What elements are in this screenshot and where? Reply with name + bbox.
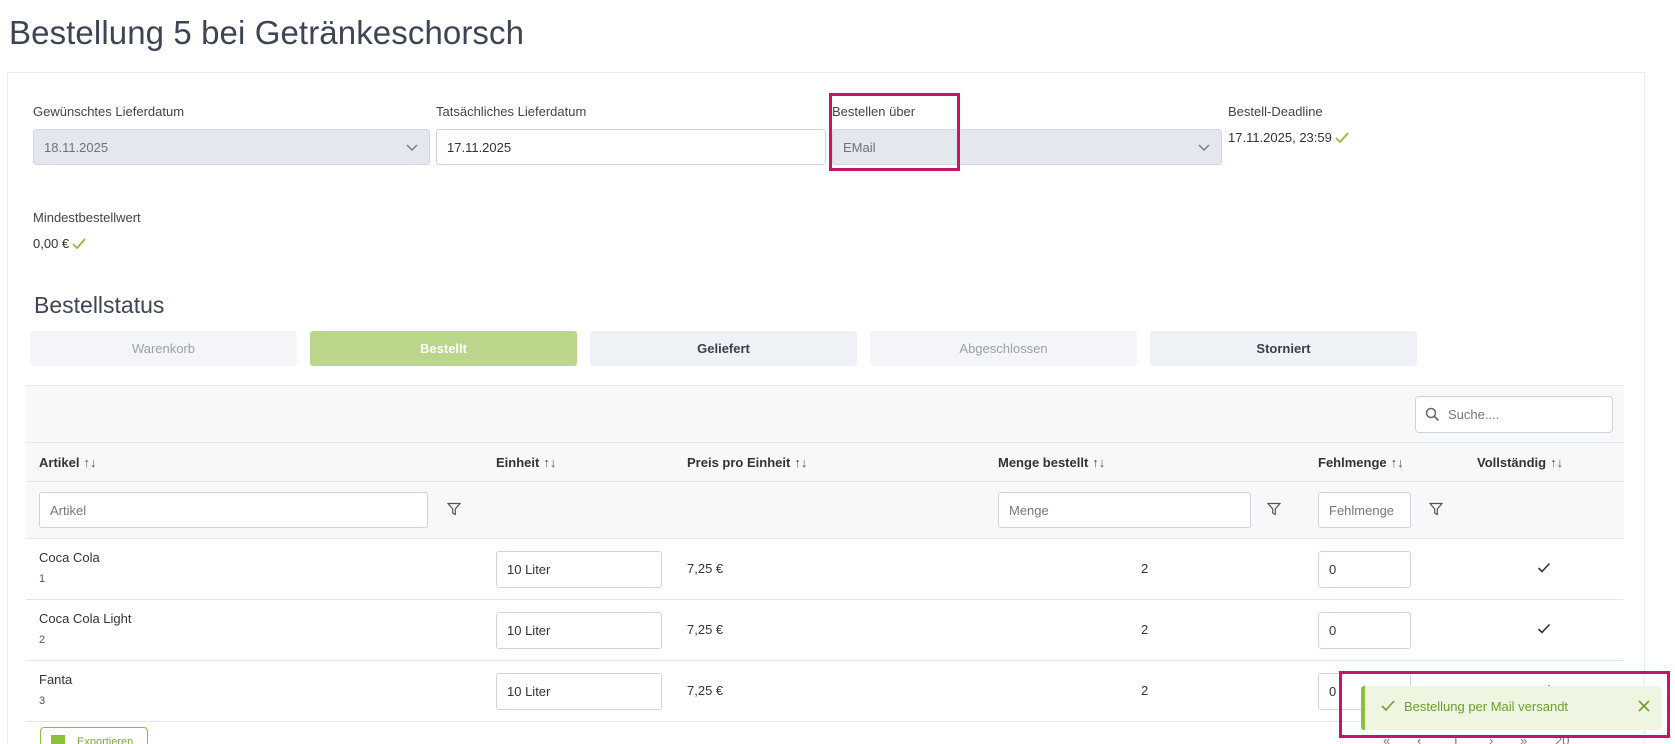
col-price-label: Preis pro Einheit	[687, 455, 791, 470]
article-id: 3	[39, 695, 46, 707]
page-title: Bestellung 5 bei Getränkeschorsch	[9, 14, 525, 51]
desired-date-value: 18.11.2025	[44, 140, 109, 155]
filter-missing-placeholder: Fehlmenge	[1329, 503, 1395, 518]
sort-icon: ↑↓	[1092, 455, 1106, 470]
document-icon	[51, 735, 65, 744]
price-value: 7,25 €	[687, 683, 724, 698]
unit-input[interactable]: 10 Liter	[496, 612, 662, 649]
pager-last[interactable]: »	[1520, 733, 1527, 744]
deadline-label: Bestell-Deadline	[1228, 104, 1323, 119]
price-value: 7,25 €	[687, 622, 724, 637]
filter-missing-input[interactable]: Fehlmenge	[1318, 492, 1411, 528]
sort-icon: ↑↓	[1390, 455, 1404, 470]
col-unit[interactable]: Einheit ↑↓	[496, 455, 556, 470]
min-order-value-wrap: 0,00 €	[33, 236, 86, 251]
col-missing-label: Fehlmenge	[1318, 455, 1387, 470]
sort-icon: ↑↓	[543, 455, 557, 470]
status-step-cancelled[interactable]: Storniert	[1150, 331, 1417, 366]
close-icon[interactable]	[1637, 699, 1651, 713]
status-step-completed[interactable]: Abgeschlossen	[870, 331, 1137, 366]
sort-icon: ↑↓	[794, 455, 808, 470]
filter-qty-placeholder: Menge	[1009, 503, 1049, 518]
filter-icon[interactable]	[1429, 502, 1443, 516]
order-via-select[interactable]: EMail	[832, 129, 1222, 165]
article-name: Coca Cola	[39, 550, 100, 565]
missing-input[interactable]: 0	[1318, 551, 1411, 588]
order-via-label: Bestellen über	[832, 104, 916, 119]
table-row: Coca Cola 1 10 Liter 7,25 € 2 0	[26, 539, 1624, 600]
col-complete[interactable]: Vollständig ↑↓	[1477, 455, 1563, 470]
pager-page[interactable]: 1	[1452, 733, 1459, 744]
unit-input[interactable]: 10 Liter	[496, 673, 662, 710]
status-title: Bestellstatus	[34, 292, 165, 318]
status-step-ordered[interactable]: Bestellt	[310, 331, 577, 366]
min-order-label: Mindestbestellwert	[33, 210, 141, 225]
table-row: Coca Cola Light 2 10 Liter 7,25 € 2 0	[26, 600, 1624, 661]
col-qty[interactable]: Menge bestellt ↑↓	[998, 455, 1105, 470]
actual-date-label: Tatsächliches Lieferdatum	[436, 104, 587, 119]
table-toolbar: Suche....	[26, 386, 1624, 443]
filter-qty-input[interactable]: Menge	[998, 492, 1251, 528]
check-icon	[72, 238, 86, 250]
unit-value: 10 Liter	[507, 562, 551, 577]
article-name: Fanta	[39, 672, 73, 687]
deadline-value: 17.11.2025, 23:59	[1228, 130, 1332, 145]
missing-value: 0	[1329, 623, 1337, 638]
page-size-select[interactable]: 20	[1555, 733, 1569, 744]
article-id: 1	[39, 573, 46, 585]
export-label: Exportieren	[77, 736, 134, 744]
article-name: Coca Cola Light	[39, 611, 132, 626]
sort-icon: ↑↓	[83, 455, 97, 470]
export-button[interactable]: Exportieren	[40, 727, 148, 744]
search-placeholder: Suche....	[1448, 407, 1500, 422]
qty-value: 2	[1141, 622, 1149, 637]
check-icon	[1335, 132, 1349, 144]
table-header: Artikel ↑↓ Einheit ↑↓ Preis pro Einheit ↑↓ …	[26, 443, 1624, 482]
chevron-down-icon	[1198, 144, 1210, 151]
status-step-delivered[interactable]: Geliefert	[590, 331, 857, 366]
col-qty-label: Menge bestellt	[998, 455, 1089, 470]
search-input[interactable]: Suche....	[1415, 396, 1613, 433]
col-article-label: Artikel	[39, 455, 80, 470]
filter-icon[interactable]	[447, 502, 461, 516]
chevron-down-icon	[406, 144, 418, 151]
qty-value: 2	[1141, 561, 1149, 576]
toast-message: Bestellung per Mail versandt	[1404, 699, 1569, 714]
unit-value: 10 Liter	[507, 623, 551, 638]
search-icon	[1425, 407, 1440, 422]
sort-icon: ↑↓	[1550, 455, 1564, 470]
check-icon	[1537, 623, 1551, 634]
missing-value: 0	[1329, 684, 1337, 699]
deadline-value-wrap: 17.11.2025, 23:59	[1228, 130, 1349, 145]
col-price[interactable]: Preis pro Einheit ↑↓	[687, 455, 807, 470]
article-id: 2	[39, 634, 46, 646]
desired-date-label: Gewünschtes Lieferdatum	[33, 104, 185, 119]
pager-next[interactable]: ›	[1489, 733, 1493, 744]
min-order-value: 0,00 €	[33, 236, 70, 251]
unit-input[interactable]: 10 Liter	[496, 551, 662, 588]
actual-date-input[interactable]: 17.11.2025	[436, 129, 826, 165]
missing-input[interactable]: 0	[1318, 612, 1411, 649]
success-toast: Bestellung per Mail versandt	[1361, 686, 1661, 730]
check-icon	[1537, 562, 1551, 573]
pager-first[interactable]: «	[1383, 733, 1390, 744]
filter-row: Artikel Menge Fehlmenge	[26, 482, 1624, 539]
actual-date-value: 17.11.2025	[447, 140, 512, 155]
status-step-cart[interactable]: Warenkorb	[30, 331, 297, 366]
desired-date-select[interactable]: 18.11.2025	[33, 129, 430, 165]
pager-prev[interactable]: ‹	[1417, 733, 1421, 744]
col-unit-label: Einheit	[496, 455, 540, 470]
filter-icon[interactable]	[1267, 502, 1281, 516]
filter-article-input[interactable]: Artikel	[39, 492, 428, 528]
price-value: 7,25 €	[687, 561, 724, 576]
col-missing[interactable]: Fehlmenge ↑↓	[1318, 455, 1404, 470]
missing-value: 0	[1329, 562, 1337, 577]
order-via-value: EMail	[843, 140, 876, 155]
check-icon	[1381, 700, 1395, 712]
col-article[interactable]: Artikel ↑↓	[39, 455, 96, 470]
unit-value: 10 Liter	[507, 684, 551, 699]
qty-value: 2	[1141, 683, 1149, 698]
filter-article-placeholder: Artikel	[50, 503, 87, 518]
col-complete-label: Vollständig	[1477, 455, 1547, 470]
